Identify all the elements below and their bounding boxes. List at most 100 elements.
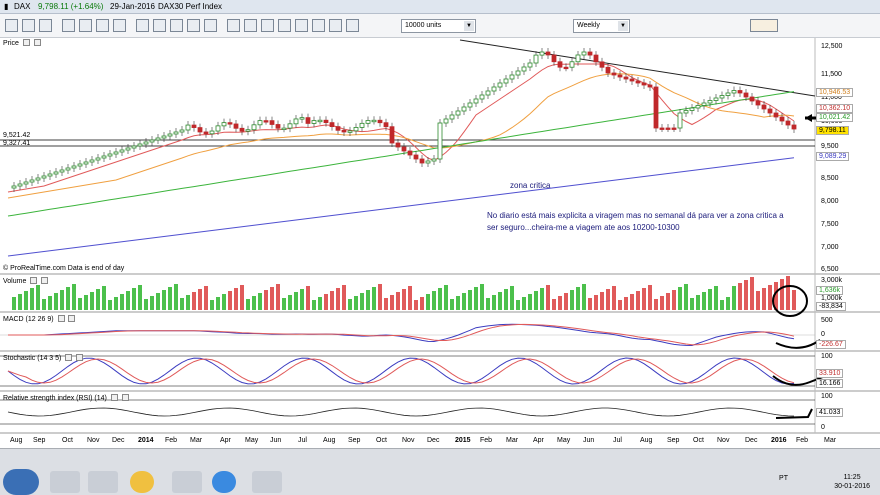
panel-close-icon[interactable]	[110, 394, 118, 401]
candle	[701, 102, 707, 106]
panel-close-icon[interactable]	[57, 315, 65, 322]
level-label-lower: 9,327.41	[3, 140, 31, 147]
panel-settings-icon[interactable]	[33, 39, 41, 46]
price-tag-ma-orange: 10,946.53	[816, 88, 854, 97]
candle	[719, 95, 725, 99]
tools-icon[interactable]	[244, 19, 257, 32]
volume-bar	[282, 298, 286, 310]
candle	[11, 185, 17, 189]
volume-bar	[360, 293, 364, 310]
candle	[293, 118, 299, 125]
candle	[581, 51, 587, 56]
ie-icon[interactable]	[50, 471, 80, 493]
chart-style-icon[interactable]	[750, 19, 778, 32]
crosshair-icon[interactable]	[204, 19, 217, 32]
indicators-icon[interactable]	[227, 19, 240, 32]
volume-bar	[72, 284, 76, 310]
date-axis-label: Feb	[480, 437, 493, 444]
chart-canvas[interactable]	[0, 38, 880, 448]
draw-line-icon[interactable]	[136, 19, 149, 32]
save-icon[interactable]	[312, 19, 325, 32]
candlestick-icon[interactable]	[5, 19, 18, 32]
panel-close-icon[interactable]	[65, 354, 73, 361]
candle	[503, 78, 509, 84]
candle	[161, 135, 167, 139]
chrome-icon[interactable]	[130, 471, 154, 493]
panel-settings-icon[interactable]	[68, 315, 76, 322]
candle	[497, 82, 503, 88]
volume-bar	[474, 287, 478, 310]
system-clock[interactable]: 11:25 30-01-2016	[834, 473, 870, 491]
macd-axis-tick: 500	[821, 317, 833, 324]
volume-bar	[294, 292, 298, 310]
scroll-left-icon[interactable]	[96, 19, 109, 32]
volume-bar	[12, 297, 16, 310]
text-tool-icon[interactable]	[187, 19, 200, 32]
date-axis-label: Oct	[376, 437, 387, 444]
volume-bar	[630, 294, 634, 310]
alert-icon[interactable]	[278, 19, 291, 32]
prorealtime-icon[interactable]	[172, 471, 202, 493]
units-select[interactable]: 10000 units ▼	[401, 19, 476, 33]
candle	[299, 117, 305, 120]
candle	[647, 84, 653, 88]
candle	[287, 123, 293, 129]
candle	[251, 124, 257, 131]
macd-axis-tick: 0	[821, 331, 825, 338]
export-icon[interactable]	[329, 19, 342, 32]
candle	[347, 130, 353, 133]
scroll-right-icon[interactable]	[113, 19, 126, 32]
panel-settings-icon[interactable]	[121, 394, 129, 401]
volume-bar	[744, 280, 748, 310]
start-button[interactable]	[3, 469, 39, 495]
volume-bar	[426, 294, 430, 310]
candle	[521, 66, 527, 72]
volume-bar	[690, 298, 694, 310]
volume-bar	[450, 299, 454, 310]
panel-close-icon[interactable]	[22, 39, 30, 46]
folder-icon[interactable]	[88, 471, 118, 493]
candle	[113, 151, 119, 155]
volume-bar	[180, 298, 184, 310]
bar-chart-icon[interactable]	[22, 19, 35, 32]
app-icon[interactable]	[212, 471, 236, 493]
volume-bar	[684, 284, 688, 310]
panel-settings-icon[interactable]	[76, 354, 84, 361]
zoom-in-icon[interactable]	[62, 19, 75, 32]
price-axis-tick: 7,000	[821, 244, 839, 251]
candle	[587, 51, 593, 56]
candle	[305, 117, 311, 124]
date-axis-label: Sep	[348, 437, 361, 444]
volume-bar	[588, 298, 592, 310]
print-icon[interactable]	[295, 19, 308, 32]
line-chart-icon[interactable]	[39, 19, 52, 32]
volume-bar	[186, 295, 190, 310]
fibonacci-icon[interactable]	[170, 19, 183, 32]
settings-icon[interactable]	[261, 19, 274, 32]
candle	[491, 86, 497, 92]
volume-bar	[240, 285, 244, 310]
date-axis-label: Mar	[824, 437, 837, 444]
zoom-out-icon[interactable]	[79, 19, 92, 32]
volume-bar	[384, 298, 388, 310]
draw-channel-icon[interactable]	[153, 19, 166, 32]
paint-icon[interactable]	[252, 471, 282, 493]
timeframe-select[interactable]: Weekly ▼	[573, 19, 630, 33]
volume-bar	[738, 283, 742, 310]
refresh-icon[interactable]	[346, 19, 359, 32]
candle	[773, 112, 779, 118]
volume-bar	[726, 297, 730, 310]
candle	[425, 160, 431, 164]
panel-settings-icon[interactable]	[41, 277, 49, 284]
volume-bar	[594, 295, 598, 310]
panel-close-icon[interactable]	[30, 277, 38, 284]
volume-bar	[750, 277, 754, 310]
candle	[629, 78, 635, 82]
candle	[155, 137, 161, 141]
date-axis-label: Oct	[62, 437, 73, 444]
volume-bar	[600, 292, 604, 310]
volume-bar	[666, 293, 670, 310]
language-indicator[interactable]: PT	[779, 475, 788, 482]
volume-bar	[156, 293, 160, 310]
candle	[611, 72, 617, 76]
